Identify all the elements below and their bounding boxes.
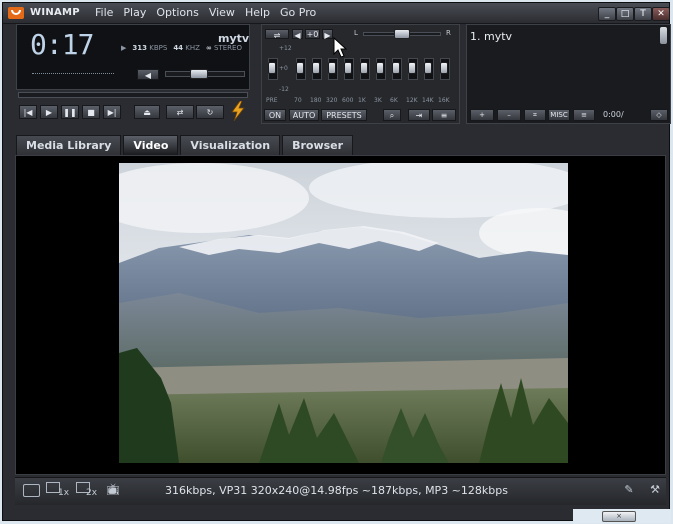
eq-toggle-button[interactable]: ⇌ xyxy=(265,29,289,40)
playlist-item[interactable]: 1. mytv xyxy=(470,30,512,43)
eq-band-label: 3K xyxy=(374,97,382,104)
eq-band-label: 16K xyxy=(438,97,450,104)
samplerate: 44 xyxy=(173,44,184,52)
eq-band-knob[interactable] xyxy=(344,62,352,74)
stereo-icon: ∞ xyxy=(205,44,212,52)
eq-band-label: 6K xyxy=(390,97,398,104)
stream-info: ▶ 313 KBPS 44 KHZ ∞ STEREO xyxy=(121,44,242,52)
eq-balance-left: L xyxy=(354,29,358,37)
balance-button[interactable]: ◀ xyxy=(137,69,159,80)
preamp-bottom-label: -12 xyxy=(279,86,289,93)
eq-band-knob[interactable] xyxy=(296,62,304,74)
play-state-icon: ▶ xyxy=(121,44,127,52)
lightning-icon[interactable] xyxy=(230,100,246,122)
eq-zero-button[interactable]: +0 xyxy=(305,29,320,39)
playlist-options-icon[interactable]: ◇ xyxy=(650,109,668,121)
menu-go-pro[interactable]: Go Pro xyxy=(280,6,316,19)
preamp-top-label: +12 xyxy=(279,45,292,52)
tab-browser[interactable]: Browser xyxy=(282,135,354,155)
volume-knob[interactable] xyxy=(189,69,208,79)
eq-menu-icon[interactable]: ≡ xyxy=(432,109,456,121)
samplerate-unit: KHZ xyxy=(185,44,200,52)
eq-auto-button[interactable]: AUTO xyxy=(289,109,319,121)
eq-band-knob[interactable] xyxy=(312,62,320,74)
eq-band-label: 1K xyxy=(358,97,366,104)
stereo-label: STEREO xyxy=(214,44,242,52)
tab-media-library[interactable]: Media Library xyxy=(16,135,122,155)
eq-send-icon[interactable]: ⇥ xyxy=(408,109,430,121)
playlist-scrollbar[interactable] xyxy=(660,27,667,44)
app-title: WINAMP xyxy=(30,7,80,18)
video-status-text: 316kbps, VP31 320x240@14.98fps ~187kbps,… xyxy=(165,484,508,497)
play-button[interactable]: ▶ xyxy=(40,105,58,119)
close-button[interactable]: ✕ xyxy=(652,7,670,21)
eq-band-knob[interactable] xyxy=(424,62,432,74)
eq-presets-button[interactable]: PRESETS xyxy=(321,109,367,121)
eq-search-icon[interactable]: ⌕ xyxy=(383,109,401,121)
eq-band-label: 70 xyxy=(294,97,302,104)
eq-band-knob[interactable] xyxy=(440,62,448,74)
mouse-cursor-icon xyxy=(333,36,348,62)
shuffle-button[interactable]: ⇄ xyxy=(166,105,194,119)
eq-band-knob[interactable] xyxy=(392,62,400,74)
eq-next-button[interactable]: ▶ xyxy=(322,29,333,40)
playlist-manage-button[interactable]: ≡ xyxy=(573,109,595,121)
eject-button[interactable]: ⏏ xyxy=(134,105,160,119)
preamp-label: PRE xyxy=(266,97,278,104)
eq-on-button[interactable]: ON xyxy=(264,109,286,121)
next-button[interactable]: ▶| xyxy=(103,105,121,119)
eq-band-label: 320 xyxy=(326,97,338,104)
pin-icon[interactable]: ✎ xyxy=(620,483,638,496)
wrench-icon[interactable]: ⚒ xyxy=(646,483,664,496)
stop-button[interactable]: ■ xyxy=(82,105,100,119)
eq-band-knob[interactable] xyxy=(376,62,384,74)
eq-balance-right: R xyxy=(446,29,451,37)
tab-bar: Media Library Video Visualization Browse… xyxy=(16,135,354,155)
pause-button[interactable]: ❚❚ xyxy=(61,105,79,119)
minimize-button[interactable]: _ xyxy=(598,7,616,21)
visualizer[interactable] xyxy=(32,73,114,74)
video-frame[interactable] xyxy=(119,163,568,463)
shade-button[interactable]: □ xyxy=(616,7,634,21)
bitrate: 313 xyxy=(132,44,148,52)
winamp-logo-icon[interactable] xyxy=(8,7,24,19)
always-on-top-button[interactable]: T xyxy=(634,7,652,21)
tab-visualization[interactable]: Visualization xyxy=(180,135,281,155)
playlist-add-button[interactable]: + xyxy=(470,109,494,121)
playback-time[interactable]: 0:17 xyxy=(30,28,94,61)
eq-band-knob[interactable] xyxy=(328,62,336,74)
eq-band-label: 600 xyxy=(342,97,354,104)
eq-band-label: 180 xyxy=(310,97,322,104)
collapse-button[interactable]: × xyxy=(602,511,636,522)
repeat-button[interactable]: ↻ xyxy=(196,105,224,119)
tab-video[interactable]: Video xyxy=(123,135,179,155)
menu-play[interactable]: Play xyxy=(123,6,146,19)
seek-bar[interactable] xyxy=(18,92,248,98)
eq-band-knob[interactable] xyxy=(408,62,416,74)
preamp-mid-label: +0 xyxy=(279,65,288,72)
eq-balance-knob[interactable] xyxy=(394,29,410,39)
playlist-misc-button[interactable]: MISC xyxy=(548,109,570,121)
bottom-resize-strip xyxy=(3,506,669,520)
menu-help[interactable]: Help xyxy=(245,6,270,19)
menu-file[interactable]: File xyxy=(95,6,113,19)
menu-options[interactable]: Options xyxy=(156,6,198,19)
playlist-time: 0:00/ xyxy=(603,110,624,119)
menu-view[interactable]: View xyxy=(209,6,235,19)
playlist-select-button[interactable]: ⌗ xyxy=(524,109,546,121)
eq-band-knob[interactable] xyxy=(360,62,368,74)
menu-bar: File Play Options View Help Go Pro xyxy=(95,6,316,19)
eq-prev-button[interactable]: ◀ xyxy=(292,29,303,40)
bitrate-unit: KBPS xyxy=(149,44,168,52)
eq-preamp-knob[interactable] xyxy=(268,62,276,74)
eq-band-label: 12K xyxy=(406,97,418,104)
eq-band-label: 14K xyxy=(422,97,434,104)
playlist-remove-button[interactable]: – xyxy=(497,109,521,121)
previous-button[interactable]: |◀ xyxy=(19,105,37,119)
